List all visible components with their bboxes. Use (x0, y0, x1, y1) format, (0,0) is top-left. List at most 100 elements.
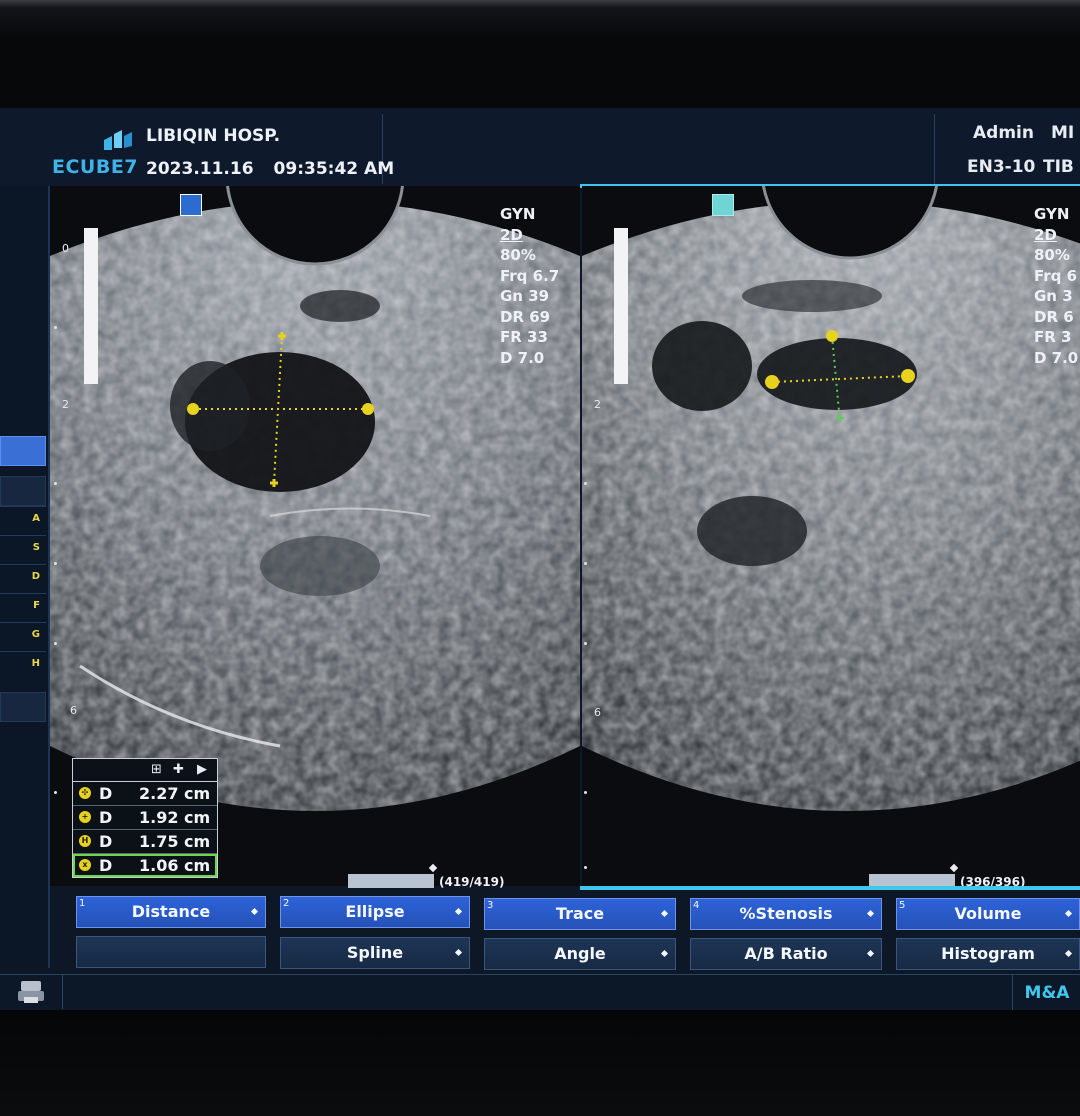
button-number: 4 (693, 900, 700, 911)
preset-abbrev: TIB (1043, 157, 1074, 177)
measurement-row-selected[interactable]: x D 1.06 cm (73, 854, 217, 877)
header-info-box: ECUBE7 LIBIQIN HOSP. 2023.11.16 09:35:42 … (52, 114, 394, 184)
status-cell (0, 975, 63, 1009)
sidebar-key-h[interactable]: H (0, 651, 46, 675)
measure-analysis-tab[interactable]: M&A (1012, 975, 1080, 1010)
depth-tick (584, 562, 587, 565)
measurement-results-box[interactable]: ⊞ ✚ ▶ ✣ D 2.27 cm + D 1.92 cm H D 1.75 c… (72, 758, 218, 878)
button-label: Histogram (941, 944, 1035, 963)
printer-icon[interactable] (16, 979, 46, 1005)
monitor-bezel-top (0, 0, 1080, 108)
sidebar-key-a[interactable]: A (0, 506, 46, 530)
mode-label: 2D (1034, 225, 1057, 244)
measurement-row[interactable]: H D 1.75 cm (73, 830, 217, 854)
button-label: Trace (555, 904, 605, 923)
distance-button[interactable]: 1 Distance (76, 896, 266, 928)
preset-label: GYN (1034, 205, 1070, 223)
sidebar-tab-active[interactable] (0, 436, 46, 466)
button-label: Ellipse (345, 902, 405, 921)
stenosis-button[interactable]: 4 %Stenosis (690, 898, 882, 930)
histogram-button[interactable]: Histogram (896, 938, 1080, 970)
measurement-label: D (99, 784, 113, 803)
button-indicator-icon (866, 909, 875, 918)
preset-label: GYN (500, 205, 536, 223)
depth-mark-2: 2 (62, 398, 69, 411)
right-ultrasound-view[interactable]: GYN 2D 80% Frq 6 Gn 3 DR 6 FR 3 D 7.0 2 … (582, 186, 1080, 886)
power-label: 80% (1034, 246, 1070, 264)
button-indicator-icon (660, 909, 669, 918)
cube-logo-icon (104, 130, 132, 150)
probe-name: EN3-10 (967, 157, 1036, 177)
measurement-label: D (99, 832, 113, 851)
caliper-bar-x-icon: x (79, 859, 91, 871)
ab-ratio-button[interactable]: A/B Ratio (690, 938, 882, 970)
exam-datetime: 2023.11.16 09:35:42 AM (146, 159, 394, 179)
frame-rate-label: FR 33 (500, 328, 548, 346)
sidebar-tab[interactable] (0, 692, 46, 722)
button-label: %Stenosis (739, 904, 833, 923)
empty-tool-button[interactable] (76, 936, 266, 968)
move-icon[interactable]: ✚ (173, 762, 184, 777)
left-image-params: GYN 2D 80% Frq 6.7 Gn 39 DR 69 FR 33 D 7… (500, 204, 559, 368)
monitor-bezel-bottom (0, 1010, 1080, 1116)
user-name: Admin (973, 123, 1034, 143)
active-view-bottom-line (580, 886, 1080, 890)
header-user-box: Admin MI EN3-10 TIB (934, 114, 1080, 186)
dynamic-range-label: DR 6 (1034, 307, 1074, 326)
measurement-value: 2.27 cm (139, 784, 211, 803)
view-select-icon[interactable] (180, 194, 202, 216)
play-arrow-icon[interactable]: ▶ (197, 762, 207, 777)
depth-tick (54, 642, 57, 645)
measurement-row[interactable]: + D 1.92 cm (73, 806, 217, 830)
sidebar-tab[interactable] (0, 476, 46, 506)
depth-tick (54, 326, 57, 329)
view-select-icon[interactable] (712, 194, 734, 216)
depth-mark-2: 2 (594, 398, 601, 411)
hospital-name: LIBIQIN HOSP. (146, 126, 281, 146)
depth-tick (584, 866, 587, 869)
ultrasound-screen: ECUBE7 LIBIQIN HOSP. 2023.11.16 09:35:42 … (0, 108, 1080, 1010)
exam-time: 09:35:42 AM (273, 159, 395, 179)
logo-text: ECUBE7 (52, 156, 139, 178)
angle-button[interactable]: Angle (484, 938, 676, 970)
button-indicator-icon (1064, 909, 1073, 918)
ellipse-button[interactable]: 2 Ellipse (280, 896, 470, 928)
button-indicator-icon (1064, 949, 1073, 958)
measurement-row[interactable]: ✣ D 2.27 cm (73, 782, 217, 806)
depth-label: D 7.0 (1034, 348, 1079, 367)
depth-tick (584, 482, 587, 485)
right-ultrasound-image (582, 186, 1080, 811)
grid-icon[interactable]: ⊞ (151, 762, 162, 777)
depth-mark-6: 6 (70, 704, 77, 717)
spline-button[interactable]: Spline (280, 937, 470, 969)
caliper-cross-dot-icon: ✣ (79, 787, 91, 799)
depth-mark-6: 6 (594, 706, 601, 719)
button-label: Angle (554, 944, 606, 963)
caliper-plus-icon: + (79, 811, 91, 823)
sidebar-key-g[interactable]: G (0, 622, 46, 646)
depth-tick (584, 791, 587, 794)
left-cine-bar[interactable] (348, 874, 434, 888)
depth-tick (584, 642, 587, 645)
frequency-label: Frq 6 (1034, 266, 1078, 285)
volume-button[interactable]: 5 Volume (896, 898, 1080, 930)
measurement-value: 1.92 cm (139, 808, 211, 827)
button-indicator-icon (250, 907, 259, 916)
trace-button[interactable]: 3 Trace (484, 898, 676, 930)
caliper-bar-h-icon: H (79, 835, 91, 847)
depth-tick (54, 791, 57, 794)
status-bar: M&A (0, 974, 1080, 1010)
gain-label: Gn 39 (500, 287, 550, 305)
sidebar-key-s[interactable]: S (0, 535, 46, 559)
button-indicator-icon (454, 907, 463, 916)
button-number: 3 (487, 900, 494, 911)
button-indicator-icon (660, 949, 669, 958)
gray-scale-bar (84, 228, 98, 384)
right-image-params: GYN 2D 80% Frq 6 Gn 3 DR 6 FR 3 D 7.0 (1034, 204, 1078, 368)
measurement-box-header: ⊞ ✚ ▶ (73, 759, 217, 782)
measurement-label: D (99, 856, 113, 875)
sidebar-key-f[interactable]: F (0, 593, 46, 617)
measurement-value: 1.06 cm (139, 856, 211, 875)
sidebar-key-d[interactable]: D (0, 564, 46, 588)
button-number: 5 (899, 900, 906, 911)
